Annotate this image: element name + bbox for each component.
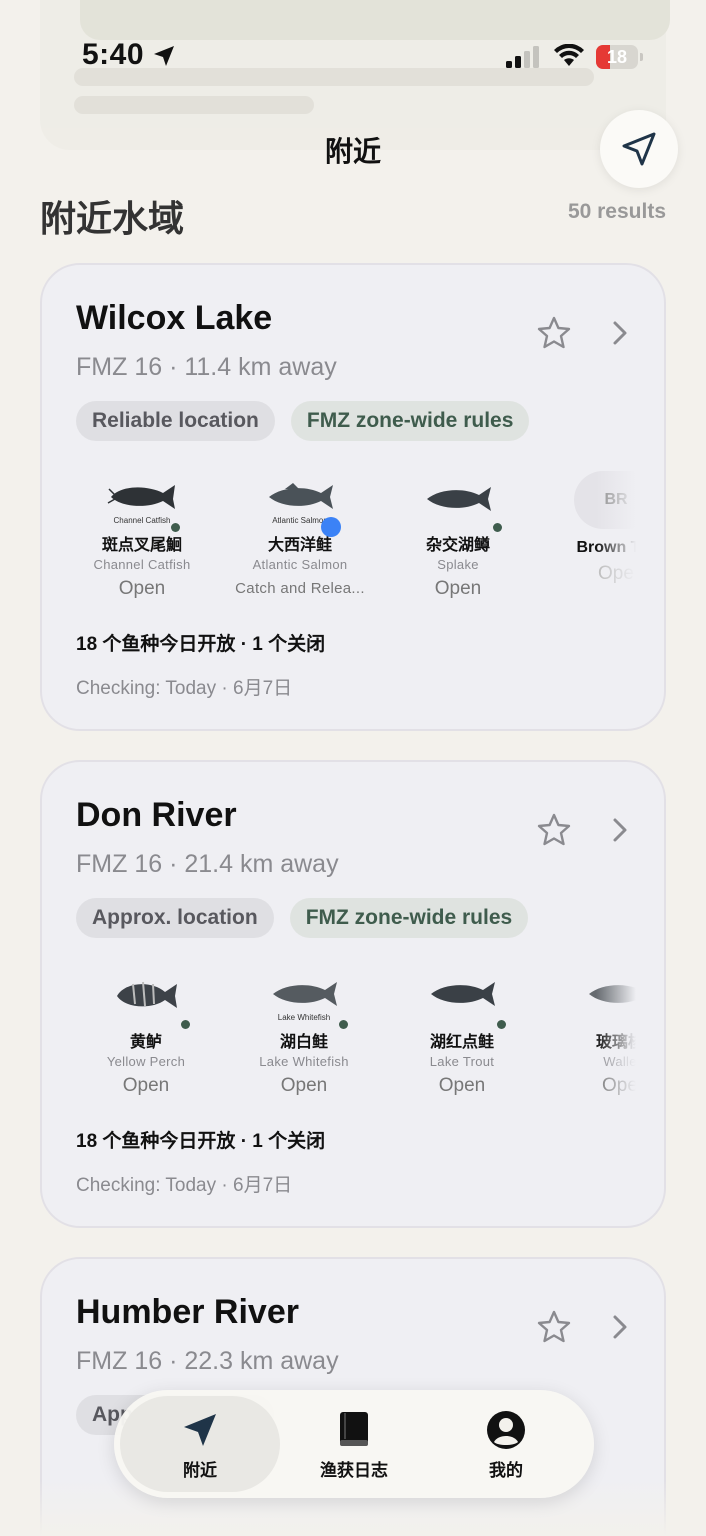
perch-icon [111, 976, 190, 1029]
fish-caption [380, 515, 536, 527]
status-bar: 5:40 18 [0, 0, 706, 110]
species-summary: 18 个鱼种今日开放 · 1 个关闭 [76, 634, 326, 655]
species-name-en: Splake [437, 557, 479, 572]
favorite-star-icon[interactable] [536, 315, 572, 351]
rules-tag: FMZ zone-wide rules [290, 401, 530, 441]
species-item[interactable]: 杂交湖鳟 Splake Open [380, 471, 536, 600]
fish-caption: Atlantic Salmon [272, 516, 328, 525]
navigation-arrow-icon [184, 1414, 216, 1446]
species-name-en: Lake Whitefish [259, 1054, 349, 1069]
rules-tag: FMZ zone-wide rules [289, 898, 529, 938]
water-body-card[interactable]: Don River FMZ 16 · 21.4 km away Approx. … [40, 760, 666, 1228]
species-summary: 18 个鱼种今日开放 · 1 个关闭 [76, 1131, 326, 1152]
fish-caption [384, 1012, 540, 1024]
favorite-star-icon[interactable] [536, 812, 572, 848]
location-tag: Approx. location [76, 898, 274, 938]
card-title: Don River [76, 796, 237, 834]
species-name-cn: 斑点叉尾鮰 [101, 537, 182, 554]
checking-date: Checking: Today · 6月7日 [76, 1175, 293, 1196]
profile-icon [487, 1411, 525, 1449]
tab-label: 附近 [183, 1461, 217, 1480]
species-item[interactable]: 黄鲈 Yellow Perch Open [76, 968, 224, 1097]
card-subtitle: FMZ 16 · 22.3 km away [76, 1347, 339, 1375]
species-row: Channel Catfish 斑点叉尾鮰 Channel Catfish Op… [76, 471, 636, 611]
tab-label: 我的 [489, 1461, 523, 1480]
fish-caption: Channel Catfish [113, 516, 171, 525]
section-title: 附近水域 [40, 198, 185, 239]
species-name-cn: 湖白鲑 [279, 1034, 328, 1051]
tab-label: 渔获日志 [320, 1461, 388, 1480]
species-name-cn: 湖红点鲑 [429, 1034, 494, 1051]
species-name-en: Lake Trout [429, 1054, 495, 1069]
species-status: Open [438, 1075, 486, 1096]
results-count: 50 results [567, 200, 666, 223]
catfish-icon [107, 479, 180, 532]
battery-level: 18 [606, 47, 628, 67]
whitefish-icon [269, 976, 348, 1029]
tab-catch-log[interactable]: 渔获日志 [274, 1396, 434, 1492]
card-title: Humber River [76, 1293, 299, 1331]
chevron-right-icon[interactable] [610, 816, 630, 844]
card-title: Wilcox Lake [76, 299, 273, 337]
species-item[interactable]: 湖红点鲑 Lake Trout Open [384, 968, 540, 1097]
species-name-en: Yellow Perch [106, 1054, 186, 1069]
tab-bar: 附近 渔获日志 我的 [114, 1390, 594, 1498]
species-item[interactable]: Atlantic Salmon 大西洋鲑 Atlantic Salmon Cat… [222, 471, 378, 597]
card-subtitle: FMZ 16 · 21.4 km away [76, 850, 339, 878]
species-status: Open [434, 578, 482, 599]
water-body-card[interactable]: Wilcox Lake FMZ 16 · 11.4 km away Reliab… [40, 263, 666, 731]
species-item[interactable]: Lake Whitefish 湖白鲑 Lake Whitefish Open [226, 968, 382, 1097]
tab-profile[interactable]: 我的 [426, 1396, 586, 1492]
chevron-right-icon[interactable] [610, 319, 630, 347]
battery-icon: 18 [596, 45, 644, 69]
tab-nearby[interactable]: 附近 [120, 1396, 280, 1492]
fish-caption: Lake Whitefish [277, 1013, 331, 1022]
species-name-en: Atlantic Salmon [252, 557, 348, 572]
species-name-cn: 大西洋鲑 [267, 537, 332, 554]
card-subtitle: FMZ 16 · 11.4 km away [76, 353, 337, 381]
species-name-en: Channel Catfish [93, 557, 191, 572]
navigation-arrow-icon [622, 132, 656, 166]
wifi-icon [554, 44, 584, 66]
checking-date: Checking: Today · 6月7日 [76, 678, 293, 699]
lake-trout-icon [427, 976, 506, 1029]
chevron-right-icon[interactable] [610, 1313, 630, 1341]
locate-me-button[interactable] [600, 110, 678, 188]
salmon-icon [265, 479, 341, 537]
fish-caption [76, 1012, 224, 1024]
location-tag: Reliable location [76, 401, 275, 441]
species-status: Catch and Relea... [235, 580, 365, 597]
species-status: Open [280, 1075, 328, 1096]
signal-icon [506, 46, 539, 68]
species-name-cn: 黄鲈 [129, 1034, 162, 1051]
status-time: 5:40 [82, 38, 145, 71]
species-status: Open [118, 578, 166, 599]
species-status: Open [122, 1075, 170, 1096]
species-item[interactable]: Channel Catfish 斑点叉尾鮰 Channel Catfish Op… [76, 471, 220, 600]
species-row: 黄鲈 Yellow Perch Open Lake Whitefish 湖白鲑 … [76, 968, 636, 1108]
splake-icon [423, 479, 502, 532]
favorite-star-icon[interactable] [536, 1309, 572, 1345]
book-icon [340, 1412, 368, 1446]
species-name-cn: 杂交湖鳟 [425, 537, 490, 554]
location-arrow-icon [154, 46, 174, 66]
